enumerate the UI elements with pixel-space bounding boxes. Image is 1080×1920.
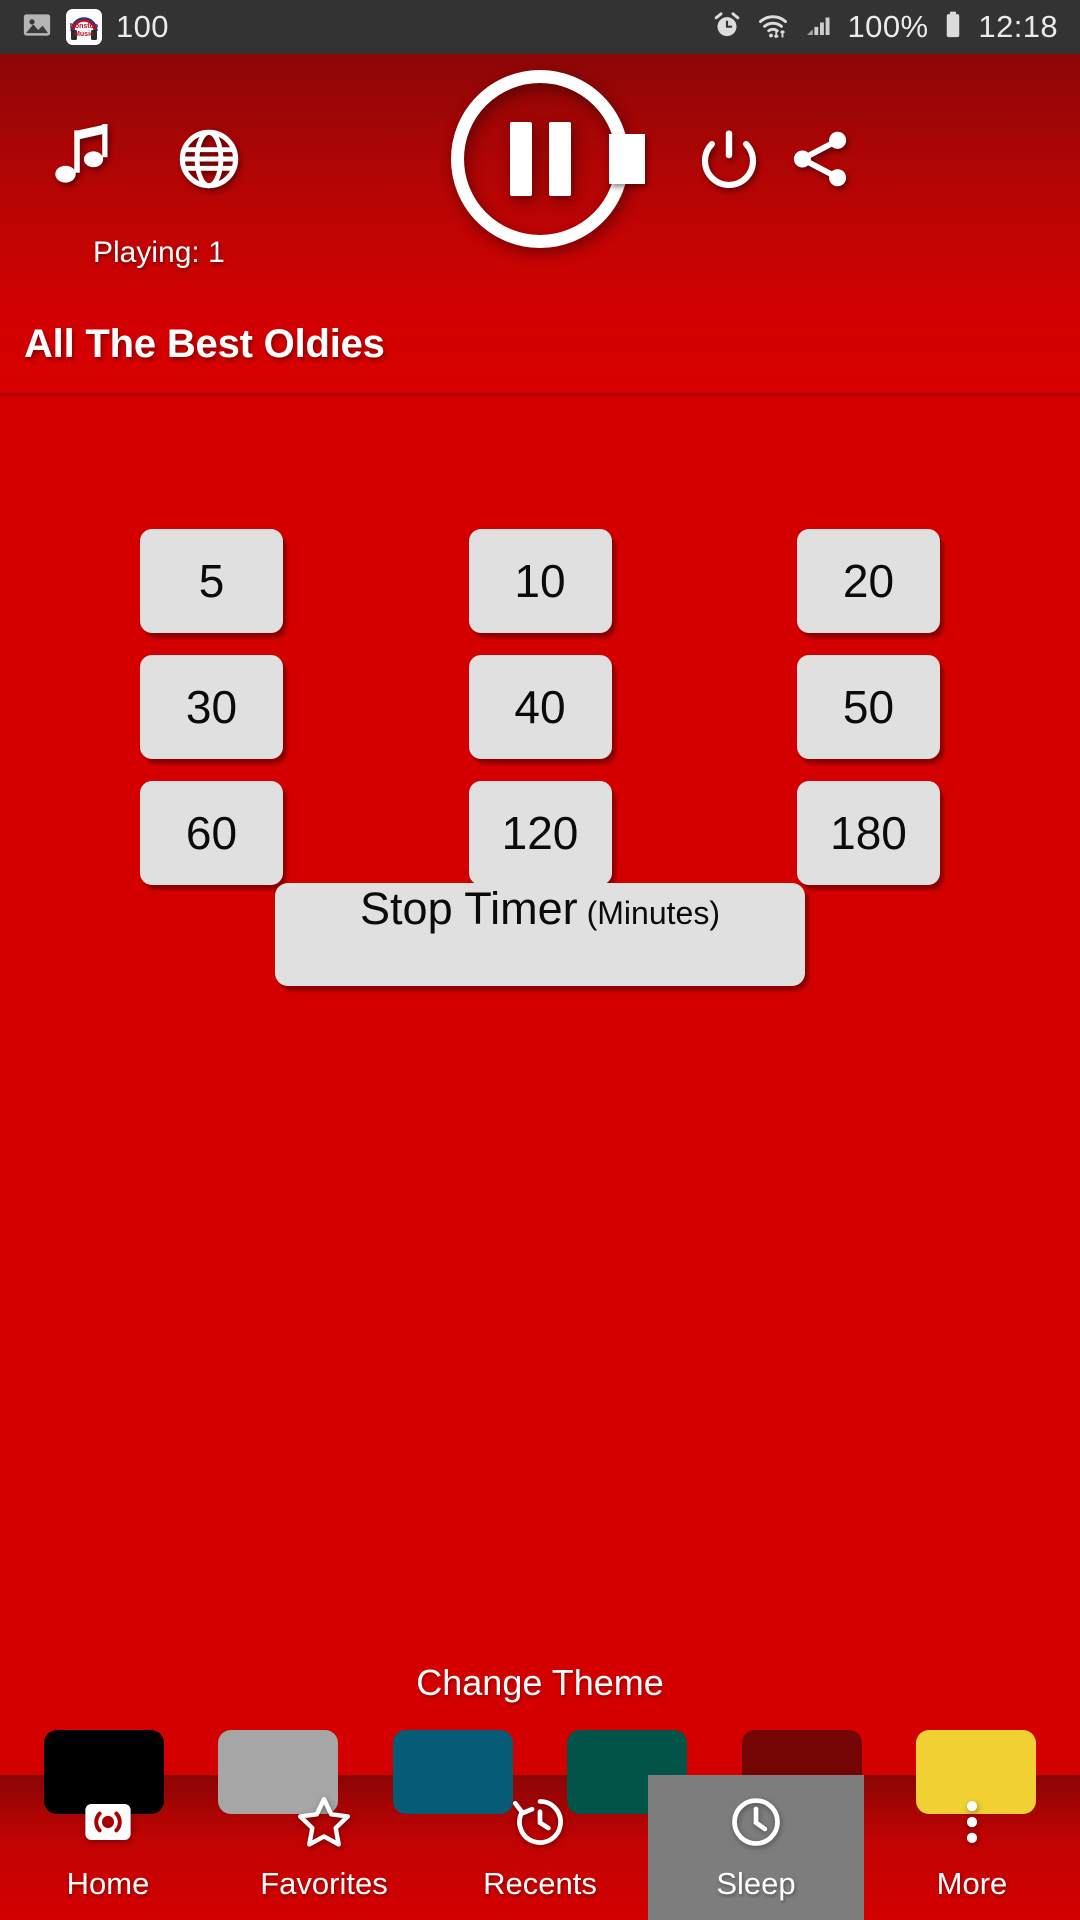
sleep-timer-panel: 5 10 20 30 40 50 60 120 180 Stop Timer (… bbox=[0, 396, 1080, 1775]
player-header: Playing: 1 All The Best Oldies bbox=[0, 54, 1080, 396]
alarm-icon bbox=[712, 10, 742, 45]
svg-text:Music: Music bbox=[74, 31, 94, 38]
timer-button-60[interactable]: 60 bbox=[140, 781, 283, 885]
stop-timer-label: Stop Timer bbox=[360, 883, 578, 934]
stop-square-icon[interactable] bbox=[603, 130, 651, 188]
nav-label-home: Home bbox=[66, 1865, 150, 1901]
timer-button-40[interactable]: 40 bbox=[468, 655, 612, 759]
music-note-icon[interactable] bbox=[48, 120, 118, 198]
nav-item-more[interactable]: More bbox=[864, 1775, 1080, 1920]
clock-icon bbox=[728, 1794, 784, 1855]
nav-label-favorites: Favorites bbox=[260, 1865, 388, 1901]
globe-icon[interactable] bbox=[178, 128, 240, 190]
status-bar-right: 100% 12:18 bbox=[712, 9, 1058, 45]
timer-row: 30 40 50 bbox=[140, 655, 940, 759]
wifi-icon bbox=[756, 10, 790, 45]
change-theme-title: Change Theme bbox=[416, 1662, 664, 1703]
nav-label-recents: Recents bbox=[483, 1865, 597, 1901]
battery-icon bbox=[942, 10, 964, 45]
bottom-navigation: Home Favorites Recents Sleep More bbox=[0, 1775, 1080, 1920]
notification-count: 100 bbox=[116, 9, 169, 44]
more-dots-icon bbox=[944, 1794, 1000, 1855]
timer-row: 60 120 180 bbox=[140, 781, 940, 885]
signal-icon bbox=[804, 10, 834, 45]
timer-button-20[interactable]: 20 bbox=[797, 529, 940, 633]
pause-bar-right bbox=[548, 122, 571, 196]
battery-percent: 100% bbox=[847, 9, 929, 44]
status-bar: Nonstop Music 100 100% 12:18 bbox=[0, 0, 1080, 54]
image-icon bbox=[22, 10, 52, 45]
timer-button-30[interactable]: 30 bbox=[140, 655, 283, 759]
app-root: Nonstop Music 100 100% 12:18 Playing: 1 … bbox=[0, 0, 1080, 1920]
timer-button-50[interactable]: 50 bbox=[797, 655, 940, 759]
svg-text:Nonstop: Nonstop bbox=[70, 23, 98, 30]
timer-button-10[interactable]: 10 bbox=[468, 529, 612, 633]
nav-item-favorites[interactable]: Favorites bbox=[216, 1775, 432, 1920]
stop-timer-unit: (Minutes) bbox=[586, 895, 720, 931]
share-icon[interactable] bbox=[787, 126, 853, 192]
broadcast-icon bbox=[80, 1794, 136, 1855]
timer-button-120[interactable]: 120 bbox=[468, 781, 612, 885]
star-icon bbox=[295, 1794, 353, 1855]
station-title: All The Best Oldies bbox=[24, 322, 385, 366]
pause-bar-left bbox=[509, 122, 532, 196]
nav-label-more: More bbox=[936, 1865, 1008, 1901]
timer-button-grid: 5 10 20 30 40 50 60 120 180 bbox=[0, 529, 1080, 885]
timer-row: 5 10 20 bbox=[140, 529, 940, 633]
timer-button-180[interactable]: 180 bbox=[797, 781, 940, 885]
nav-item-recents[interactable]: Recents bbox=[432, 1775, 648, 1920]
timer-button-5[interactable]: 5 bbox=[140, 529, 283, 633]
history-icon bbox=[512, 1794, 568, 1855]
playing-status-label: Playing: 1 bbox=[93, 236, 225, 269]
app-notification-icon: Nonstop Music bbox=[66, 9, 102, 45]
nav-item-home[interactable]: Home bbox=[0, 1775, 216, 1920]
nav-item-sleep[interactable]: Sleep bbox=[648, 1775, 864, 1920]
player-controls: Playing: 1 bbox=[0, 54, 1080, 269]
status-bar-left: Nonstop Music 100 bbox=[22, 9, 169, 45]
status-clock: 12:18 bbox=[978, 9, 1058, 44]
nav-label-sleep: Sleep bbox=[716, 1865, 796, 1901]
stop-timer-button[interactable]: Stop Timer (Minutes) bbox=[275, 883, 805, 986]
power-icon[interactable] bbox=[697, 127, 761, 191]
